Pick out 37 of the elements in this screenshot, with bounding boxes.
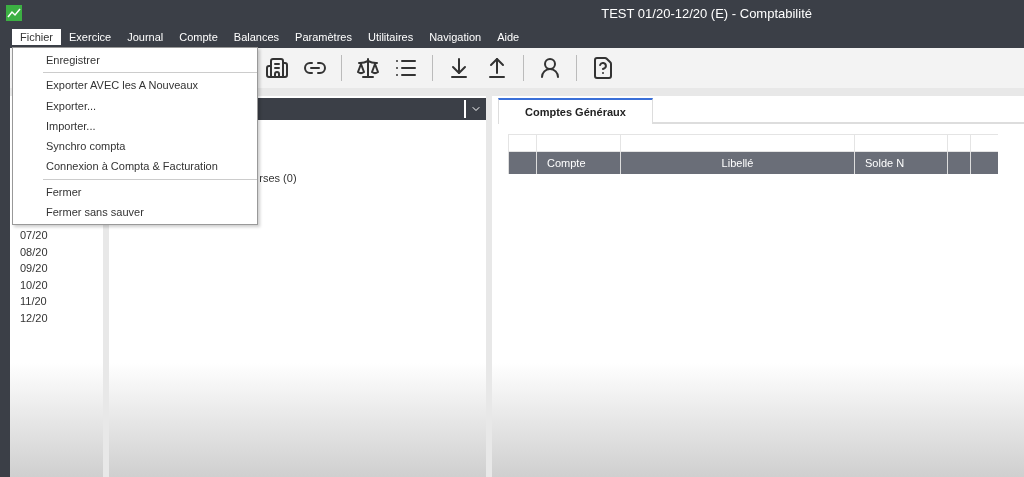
menu-entry[interactable]: Connexion à Compta & Facturation: [13, 156, 257, 177]
menu-item[interactable]: Journal: [119, 29, 172, 45]
menu-item[interactable]: Balances: [225, 29, 288, 45]
app-logo-icon: [6, 5, 22, 21]
menu-entry[interactable]: Fermer sans sauver: [13, 202, 257, 223]
column-header[interactable]: [947, 152, 970, 174]
column-header[interactable]: [508, 152, 536, 174]
menu-item[interactable]: Exercice: [61, 29, 120, 45]
menu-item[interactable]: Navigation: [421, 29, 490, 45]
period-item[interactable]: 07/20: [20, 227, 104, 244]
period-item[interactable]: 12/20: [20, 309, 104, 327]
column-header[interactable]: [970, 152, 998, 174]
tree-item[interactable]: rses (0): [259, 172, 297, 184]
menu-entry[interactable]: Enregistrer: [13, 50, 257, 71]
menu-item[interactable]: Compte: [171, 29, 226, 45]
menu-item[interactable]: Utilitaires: [359, 29, 422, 45]
period-item[interactable]: 09/20: [20, 260, 104, 277]
period-item[interactable]: 10/20: [20, 276, 104, 294]
column-header[interactable]: Libellé: [620, 152, 854, 174]
column-header[interactable]: Solde N: [854, 152, 947, 174]
menu-item[interactable]: Paramètres: [287, 29, 360, 45]
menu-entry[interactable]: Importer...: [13, 115, 257, 137]
scales-icon[interactable]: [356, 56, 380, 80]
window-title: TEST 01/20-12/20 (E) - Comptabilité: [601, 5, 812, 21]
building-icon[interactable]: [265, 56, 289, 80]
tab[interactable]: Comptes Généraux: [498, 98, 653, 124]
menu-item[interactable]: Fichier: [12, 29, 61, 45]
column-header[interactable]: Compte: [536, 152, 620, 174]
menu-entry[interactable]: Synchro compta: [13, 136, 257, 157]
menu-item[interactable]: Aide: [489, 29, 528, 45]
period-item[interactable]: 08/20: [20, 243, 104, 261]
menu-entry[interactable]: Fermer: [13, 181, 257, 203]
menu-entry[interactable]: Exporter AVEC les A Nouveaux: [13, 75, 257, 96]
user-icon[interactable]: [538, 56, 562, 80]
menu-entry[interactable]: Exporter...: [13, 95, 257, 116]
period-item[interactable]: 11/20: [20, 293, 104, 310]
help-icon[interactable]: [591, 56, 615, 80]
